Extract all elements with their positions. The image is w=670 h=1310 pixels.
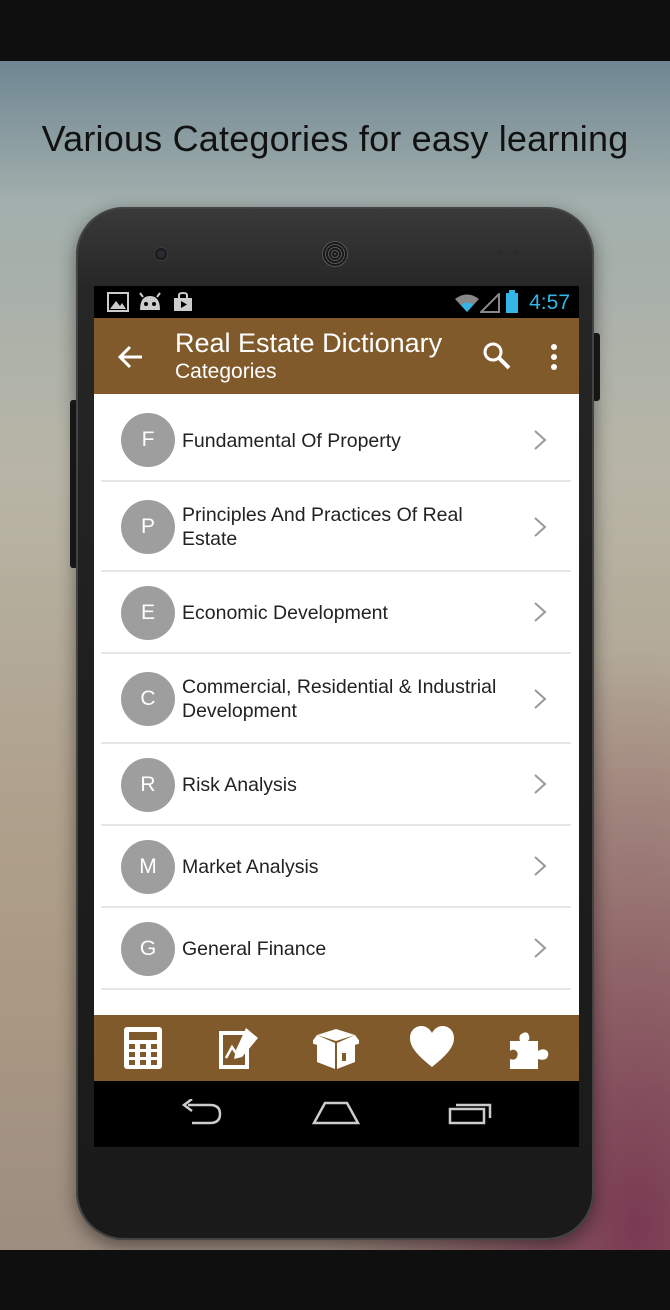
bottom-action-bar <box>94 1015 579 1081</box>
wifi-icon <box>455 294 479 312</box>
chevron-right-icon <box>534 430 547 450</box>
app-bar: Real Estate Dictionary Categories <box>94 318 579 394</box>
category-initial-avatar: R <box>121 758 175 812</box>
category-initial-avatar: G <box>121 922 175 976</box>
nav-home-icon[interactable] <box>311 1099 361 1129</box>
status-bar: 4:57 <box>94 286 579 318</box>
store-icon <box>174 292 192 311</box>
nav-back-icon[interactable] <box>178 1099 224 1129</box>
category-item-fundamental-of-property[interactable]: F Fundamental Of Property <box>101 394 571 482</box>
category-label: Commercial, Residential & Industrial Dev… <box>182 676 497 722</box>
chevron-right-icon <box>534 602 547 622</box>
category-item-economic-development[interactable]: E Economic Development <box>101 572 571 654</box>
category-item-commercial-residential-industrial[interactable]: C Commercial, Residential & Industrial D… <box>101 654 571 744</box>
category-label: Principles And Practices Of Real Estate <box>182 504 463 550</box>
row-divider <box>101 988 571 990</box>
category-initial-avatar: P <box>121 500 175 554</box>
search-icon[interactable] <box>482 341 512 371</box>
calculator-icon[interactable] <box>120 1025 166 1071</box>
app-title: Real Estate Dictionary <box>175 328 443 358</box>
phone-screen: 4:57 Real Estate Dictionary Categories F… <box>94 286 579 1147</box>
front-camera <box>155 248 167 260</box>
category-list: F Fundamental Of Property P Principles A… <box>94 394 579 1015</box>
category-item-market-analysis[interactable]: M Market Analysis <box>101 826 571 908</box>
top-black-bar <box>0 0 670 61</box>
category-item-risk-analysis[interactable]: R Risk Analysis <box>101 744 571 826</box>
android-icon <box>139 292 161 310</box>
system-nav-bar <box>94 1081 579 1147</box>
box-icon[interactable] <box>313 1025 359 1071</box>
status-time: 4:57 <box>529 291 570 314</box>
image-icon <box>107 292 129 312</box>
category-initial-avatar: M <box>121 840 175 894</box>
category-item-principles-and-practices[interactable]: P Principles And Practices Of Real Estat… <box>101 482 571 572</box>
category-label: Fundamental Of Property <box>182 430 401 452</box>
overflow-menu-icon[interactable] <box>544 342 564 372</box>
back-arrow-icon[interactable] <box>116 342 146 372</box>
category-label: Market Analysis <box>182 856 319 878</box>
category-label: General Finance <box>182 938 327 960</box>
nav-recents-icon[interactable] <box>447 1099 495 1129</box>
chevron-right-icon <box>534 774 547 794</box>
battery-icon <box>506 290 518 313</box>
category-label: Risk Analysis <box>182 774 297 796</box>
notes-icon[interactable] <box>216 1025 262 1071</box>
puzzle-icon[interactable] <box>506 1025 552 1071</box>
category-initial-avatar: F <box>121 413 175 467</box>
chevron-right-icon <box>534 689 547 709</box>
earpiece-speaker <box>322 241 348 267</box>
chevron-right-icon <box>534 517 547 537</box>
app-subtitle: Categories <box>175 360 277 383</box>
category-initial-avatar: C <box>121 672 175 726</box>
category-label: Economic Development <box>182 602 388 624</box>
promo-title: Various Categories for easy learning <box>41 118 629 159</box>
heart-icon[interactable] <box>409 1025 455 1071</box>
light-sensor <box>513 250 520 257</box>
category-initial-avatar: E <box>121 586 175 640</box>
bottom-black-bar <box>0 1250 670 1310</box>
chevron-right-icon <box>534 856 547 876</box>
chevron-right-icon <box>534 938 547 958</box>
category-item-general-finance[interactable]: G General Finance <box>101 908 571 990</box>
proximity-sensor <box>497 250 504 257</box>
signal-icon <box>480 293 500 313</box>
